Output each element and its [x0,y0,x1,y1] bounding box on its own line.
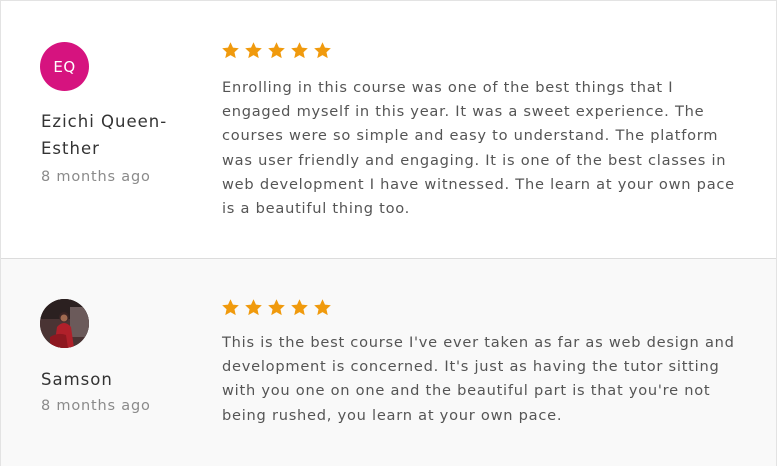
reviewer-name: Ezichi Queen-Esther [41,112,168,158]
reviewer-name: Samson [41,370,113,389]
star-icon [222,42,239,59]
star-icon [291,42,308,59]
review-item: Samson 8 months ago This is the best cou… [1,259,776,466]
review-text: Enrolling in this course was one of the … [222,79,735,218]
reviews-list: EQ Ezichi Queen-Esther 8 months ago Enro… [0,0,777,466]
star-icon [245,42,262,59]
star-icon [314,299,331,316]
star-icon [268,299,285,316]
avatar: EQ [40,42,89,91]
review-text: This is the best course I've ever taken … [222,334,735,424]
star-icon [222,299,239,316]
review-time: 8 months ago [41,169,151,185]
review-item: EQ Ezichi Queen-Esther 8 months ago Enro… [1,1,776,259]
star-icon [314,42,331,59]
star-icon [291,299,308,316]
star-rating [221,298,332,317]
avatar-initials: EQ [53,57,76,76]
avatar-photo [40,299,89,348]
star-icon [268,42,285,59]
avatar [40,299,89,348]
star-rating [221,41,332,60]
star-icon [245,299,262,316]
review-time: 8 months ago [41,398,151,414]
